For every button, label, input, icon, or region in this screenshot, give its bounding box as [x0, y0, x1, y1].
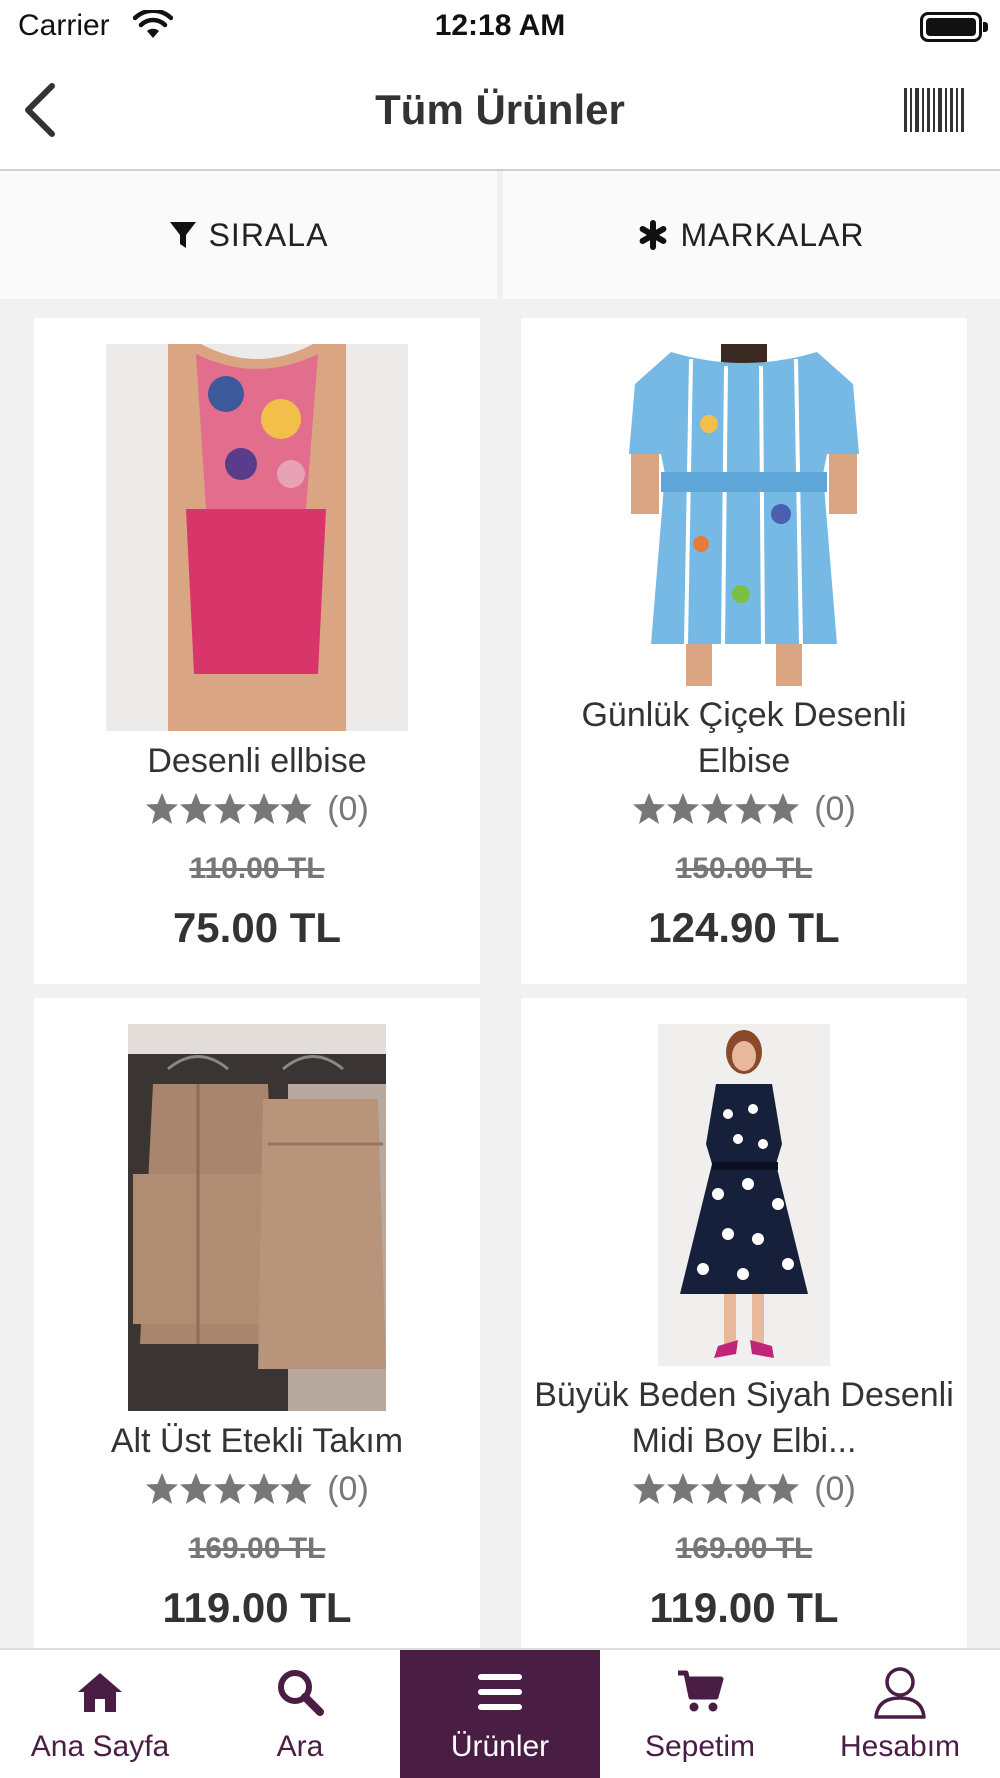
tab-account[interactable]: Hesabım — [800, 1650, 1000, 1778]
old-price: 169.00 TL — [675, 1532, 813, 1565]
tab-products[interactable]: Ürünler — [400, 1650, 600, 1778]
product-name: Alt Üst Etekli Takım — [110, 1422, 404, 1460]
price: 124.90 TL — [648, 904, 840, 951]
filter-bar: SIRALA MARKALAR — [0, 171, 1000, 299]
tab-account-label: Hesabım — [839, 1730, 961, 1763]
tab-home-label: Ana Sayfa — [30, 1730, 170, 1763]
star-rating-icon — [632, 1472, 800, 1506]
menu-icon — [478, 1674, 522, 1710]
old-price: 150.00 TL — [675, 852, 813, 885]
product-image — [106, 344, 408, 731]
old-price: 110.00 TL — [189, 852, 325, 885]
filter-funnel-icon — [169, 222, 196, 248]
product-image — [658, 1024, 830, 1366]
search-icon — [278, 1670, 324, 1716]
product-image — [591, 344, 897, 686]
brands-label: MARKALAR — [680, 216, 865, 253]
product-card[interactable]: Desenli ellbise (0) 110.00 TL 75.00 TL — [34, 318, 480, 984]
price: 119.00 TL — [649, 1584, 839, 1631]
price: 119.00 TL — [162, 1584, 352, 1631]
user-icon — [874, 1667, 926, 1719]
page-title: Tüm Ürünler — [375, 86, 625, 133]
rating-count: (0) — [814, 1469, 856, 1508]
star-rating-icon — [145, 1472, 313, 1506]
barcode-scan-icon[interactable] — [902, 84, 966, 136]
tab-products-label: Ürünler — [450, 1730, 550, 1763]
product-rating: (0) — [34, 788, 480, 830]
tab-cart-label: Sepetim — [644, 1730, 756, 1763]
brands-button[interactable]: MARKALAR — [503, 171, 1000, 299]
product-name: Günlük Çiçek Desenli Elbise — [581, 696, 907, 780]
asterisk-icon — [640, 220, 667, 250]
clock: 12:18 AM — [434, 9, 566, 42]
product-card[interactable]: Büyük Beden Siyah Desenli Midi Boy Elbi.… — [521, 998, 967, 1648]
rating-count: (0) — [327, 789, 369, 828]
product-image — [128, 1024, 386, 1411]
product-rating: (0) — [521, 1468, 967, 1510]
product-card[interactable]: Alt Üst Etekli Takım (0) 169.00 TL 119.0… — [34, 998, 480, 1648]
sort-label: SIRALA — [208, 216, 329, 253]
home-icon — [78, 1673, 122, 1712]
tab-search[interactable]: Ara — [200, 1650, 400, 1778]
product-rating: (0) — [521, 788, 967, 830]
tab-home[interactable]: Ana Sayfa — [0, 1650, 200, 1778]
product-name: Desenli ellbise — [147, 742, 367, 780]
battery-icon — [920, 12, 988, 42]
cart-icon — [678, 1670, 724, 1712]
product-name: Büyük Beden Siyah Desenli Midi Boy Elbi.… — [534, 1376, 954, 1460]
sort-button[interactable]: SIRALA — [0, 171, 497, 299]
tab-cart[interactable]: Sepetim — [600, 1650, 800, 1778]
price: 75.00 TL — [172, 904, 342, 951]
star-rating-icon — [632, 792, 800, 826]
product-rating: (0) — [34, 1468, 480, 1510]
old-price: 169.00 TL — [188, 1532, 326, 1565]
tab-bar: Ana Sayfa Ara Ürünler Sepetim Hesabım — [0, 1648, 1000, 1778]
star-rating-icon — [145, 792, 313, 826]
status-bar: Carrier 12:18 AM — [0, 0, 1000, 54]
rating-count: (0) — [814, 789, 856, 828]
product-card[interactable]: Günlük Çiçek Desenli Elbise (0) 150.00 T… — [521, 318, 967, 984]
rating-count: (0) — [327, 1469, 369, 1508]
tab-search-label: Ara — [276, 1730, 324, 1763]
navigation-bar: Tüm Ürünler — [0, 54, 1000, 171]
